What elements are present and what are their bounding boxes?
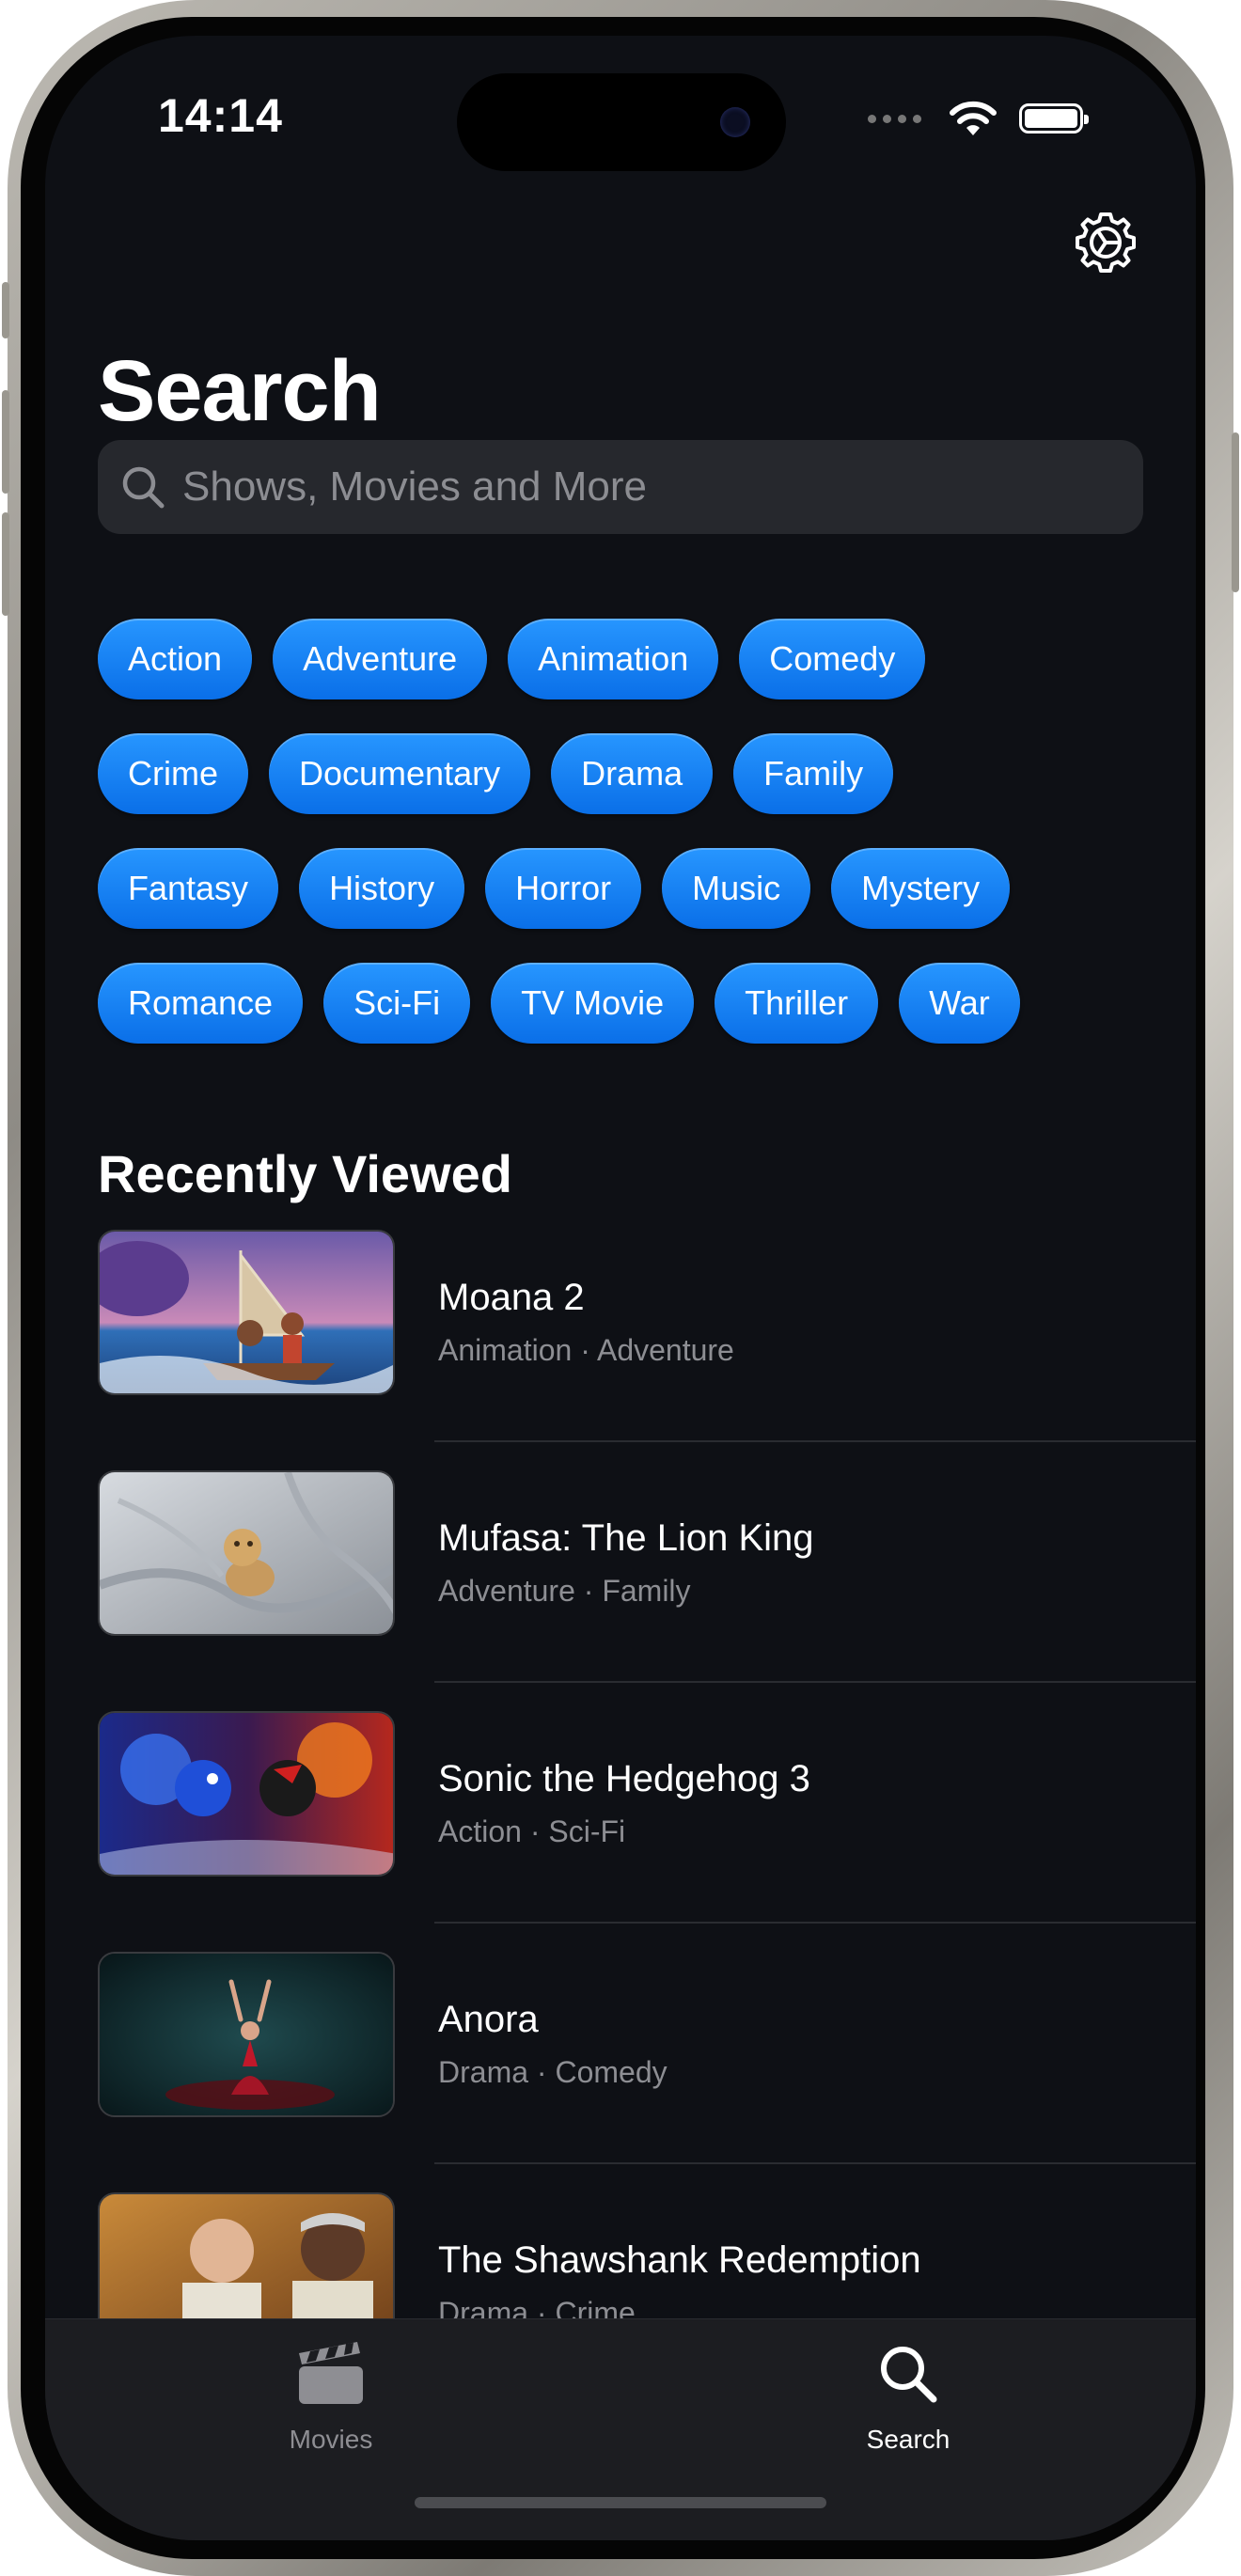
signal-icon: [868, 114, 921, 123]
tab-search-label: Search: [866, 2425, 950, 2454]
tab-movies-label: Movies: [289, 2425, 373, 2454]
divider: [434, 1440, 1196, 1442]
status-icons: [868, 100, 1089, 137]
wifi-icon: [950, 101, 997, 135]
genre-chip-sci-fi[interactable]: Sci-Fi: [323, 963, 471, 1044]
recently-viewed-list: Moana 2 Animation · Adventure Mufasa: Th…: [98, 1230, 1196, 2433]
genre-chip-animation[interactable]: Animation: [508, 619, 719, 699]
movie-genres: Drama · Comedy: [438, 2055, 668, 2089]
movie-poster-thumbnail: [98, 1711, 395, 1877]
movie-genres: Action · Sci-Fi: [438, 1814, 626, 1848]
genre-chip-mystery[interactable]: Mystery: [831, 848, 1011, 929]
movie-title: The Shawshank Redemption: [438, 2239, 921, 2281]
tab-search[interactable]: Search: [767, 2329, 1049, 2455]
movie-title: Moana 2: [438, 1277, 585, 1318]
search-icon: [122, 466, 165, 509]
genre-row: Fantasy History Horror Music Mystery: [98, 848, 1151, 929]
movie-title: Sonic the Hedgehog 3: [438, 1758, 810, 1799]
genre-chip-action[interactable]: Action: [98, 619, 253, 699]
genre-chip-horror[interactable]: Horror: [485, 848, 642, 929]
genre-row: Crime Documentary Drama Family: [98, 733, 1151, 814]
list-item[interactable]: Moana 2 Animation · Adventure: [98, 1230, 1196, 1470]
power-button: [1232, 432, 1239, 592]
list-item[interactable]: Anora Drama · Comedy: [98, 1952, 1196, 2192]
genre-chip-crime[interactable]: Crime: [98, 733, 248, 814]
status-time: 14:14: [158, 89, 283, 142]
page-title: Search: [98, 343, 382, 439]
genre-chip-music[interactable]: Music: [662, 848, 811, 929]
movie-poster-thumbnail: [98, 1952, 395, 2117]
genre-chip-history[interactable]: History: [299, 848, 465, 929]
search-input[interactable]: [181, 463, 1106, 511]
home-indicator: [415, 2497, 826, 2508]
action-button: [2, 282, 9, 338]
movie-poster-thumbnail: [98, 1470, 395, 1636]
movie-title: Anora: [438, 1999, 539, 2040]
app-screen: 14:14 Search Action Adventure Animation: [45, 36, 1196, 2540]
genre-row: Action Adventure Animation Comedy: [98, 619, 1151, 699]
recently-viewed-heading: Recently Viewed: [98, 1144, 512, 1203]
list-item[interactable]: Sonic the Hedgehog 3 Action · Sci-Fi: [98, 1711, 1196, 1952]
search-bar[interactable]: [98, 440, 1143, 534]
list-item[interactable]: Mufasa: The Lion King Adventure · Family: [98, 1470, 1196, 1711]
camera-icon: [720, 107, 750, 137]
movie-poster-thumbnail: [98, 1230, 395, 1395]
volume-down-button: [2, 512, 9, 616]
movie-genres: Adventure · Family: [438, 1574, 691, 1608]
divider: [434, 2162, 1196, 2164]
magnifying-glass-icon: [881, 2347, 937, 2403]
clapperboard-icon: [299, 2342, 363, 2404]
genre-chip-drama[interactable]: Drama: [551, 733, 714, 814]
settings-gear-icon[interactable]: [1072, 209, 1139, 276]
divider: [434, 1681, 1196, 1683]
genre-chip-comedy[interactable]: Comedy: [739, 619, 926, 699]
genre-chip-fantasy[interactable]: Fantasy: [98, 848, 279, 929]
genre-chip-thriller[interactable]: Thriller: [715, 963, 879, 1044]
movie-title: Mufasa: The Lion King: [438, 1517, 814, 1559]
genre-chips: Action Adventure Animation Comedy Crime …: [98, 619, 1151, 1077]
tab-movies[interactable]: Movies: [190, 2329, 472, 2455]
genre-chip-documentary[interactable]: Documentary: [269, 733, 531, 814]
volume-up-button: [2, 390, 9, 494]
battery-icon: [1019, 103, 1089, 134]
genre-chip-family[interactable]: Family: [733, 733, 894, 814]
genre-row: Romance Sci-Fi TV Movie Thriller War: [98, 963, 1151, 1044]
divider: [434, 1922, 1196, 1924]
genre-chip-tv-movie[interactable]: TV Movie: [491, 963, 695, 1044]
movie-genres: Animation · Adventure: [438, 1333, 734, 1367]
genre-chip-war[interactable]: War: [899, 963, 1020, 1044]
genre-chip-romance[interactable]: Romance: [98, 963, 304, 1044]
genre-chip-adventure[interactable]: Adventure: [273, 619, 488, 699]
dynamic-island: [457, 73, 786, 171]
